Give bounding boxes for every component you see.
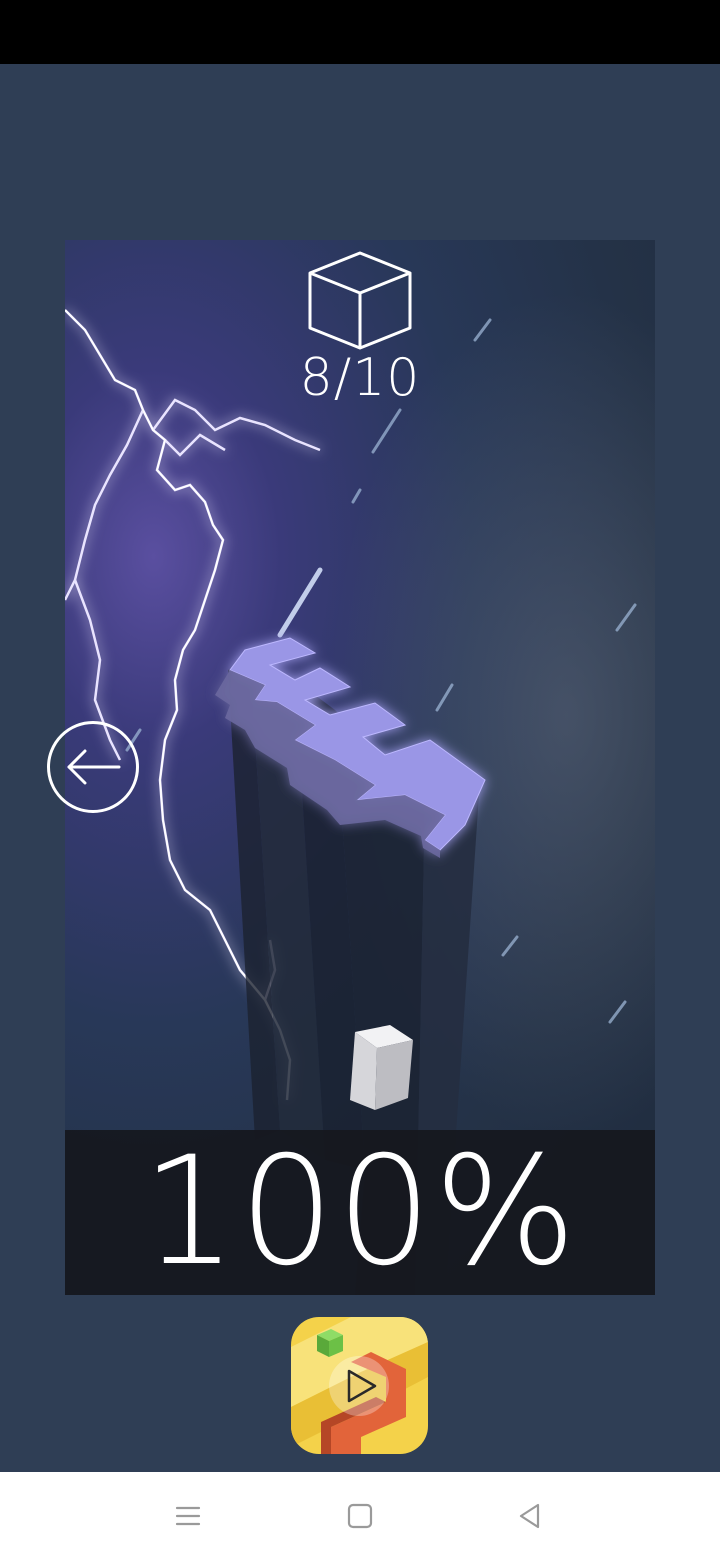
back-nav-button[interactable] bbox=[470, 1472, 590, 1560]
menu-icon bbox=[175, 1506, 201, 1526]
status-bar bbox=[0, 0, 720, 64]
player-cube bbox=[350, 1025, 413, 1110]
play-button-circle[interactable] bbox=[329, 1356, 389, 1416]
triangle-back-icon bbox=[519, 1503, 540, 1529]
progress-bar: 100% bbox=[65, 1130, 655, 1295]
cube-counter: 8/10 bbox=[65, 240, 655, 410]
home-nav-button[interactable] bbox=[300, 1472, 420, 1560]
game-thumbnail bbox=[291, 1317, 428, 1454]
square-home-icon bbox=[347, 1503, 373, 1529]
navigation-bar bbox=[0, 1472, 720, 1560]
back-button[interactable] bbox=[47, 721, 139, 813]
cube-counter-text: 8/10 bbox=[299, 348, 421, 408]
menu-nav-button[interactable] bbox=[128, 1472, 248, 1560]
cube-outline-icon bbox=[308, 251, 412, 350]
progress-percent-text: 100% bbox=[141, 1125, 579, 1299]
arrow-left-icon bbox=[67, 749, 121, 785]
game-app-icon[interactable] bbox=[291, 1317, 428, 1454]
